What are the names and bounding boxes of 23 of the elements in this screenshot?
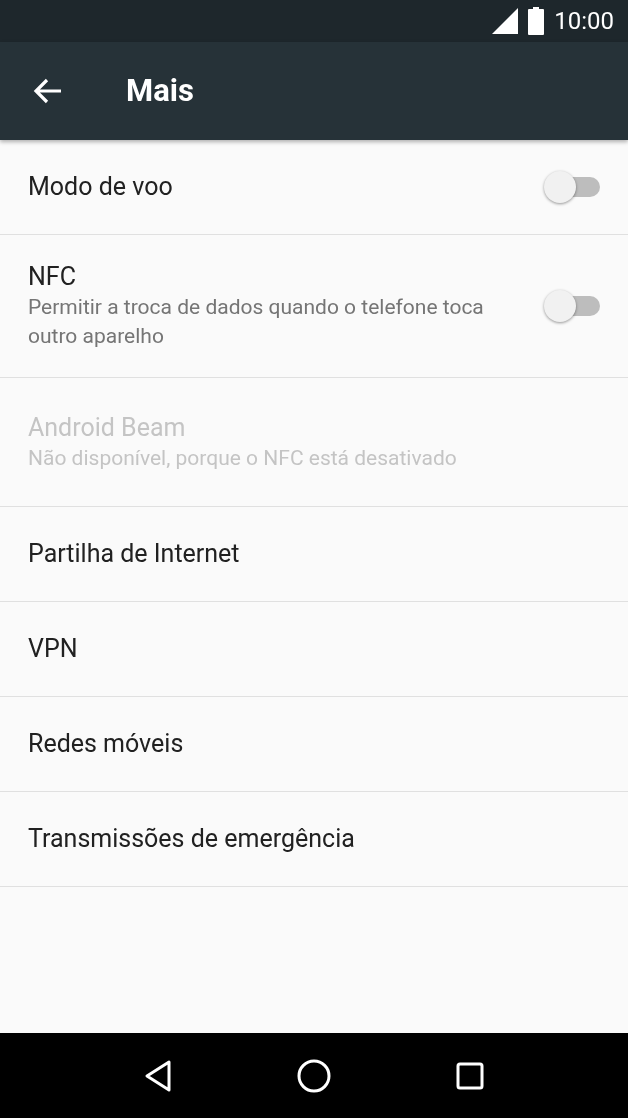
battery-icon bbox=[528, 7, 545, 35]
item-title: Partilha de Internet bbox=[28, 538, 241, 570]
item-title: NFC bbox=[28, 261, 77, 293]
square-recents-icon bbox=[456, 1061, 484, 1090]
settings-item[interactable]: NFC Permitir a troca de dados quando o telefone toca outro aparelho bbox=[0, 235, 628, 378]
item-title: Modo de voo bbox=[28, 171, 174, 203]
triangle-back-icon bbox=[144, 1059, 172, 1092]
toggle-switch[interactable] bbox=[544, 169, 600, 205]
settings-item[interactable]: Modo de voo bbox=[0, 140, 628, 235]
back-arrow-icon bbox=[33, 78, 63, 104]
item-title: Redes móveis bbox=[28, 728, 185, 760]
item-subtitle: Permitir a troca de dados quando o telefone toca outro aparelho bbox=[28, 294, 485, 350]
toggle-switch[interactable] bbox=[544, 288, 600, 324]
settings-item[interactable]: Partilha de Internet bbox=[0, 507, 628, 602]
item-title: VPN bbox=[28, 633, 79, 665]
settings-item[interactable]: Redes móveis bbox=[0, 697, 628, 792]
settings-item[interactable]: VPN bbox=[0, 602, 628, 697]
toolbar-title: Mais bbox=[126, 70, 194, 111]
signal-icon bbox=[492, 8, 519, 34]
settings-item[interactable]: Transmissões de emergência bbox=[0, 792, 628, 887]
item-title: Transmissões de emergência bbox=[28, 823, 356, 855]
circle-home-icon bbox=[297, 1058, 331, 1093]
status-time: 10:00 bbox=[554, 6, 614, 37]
